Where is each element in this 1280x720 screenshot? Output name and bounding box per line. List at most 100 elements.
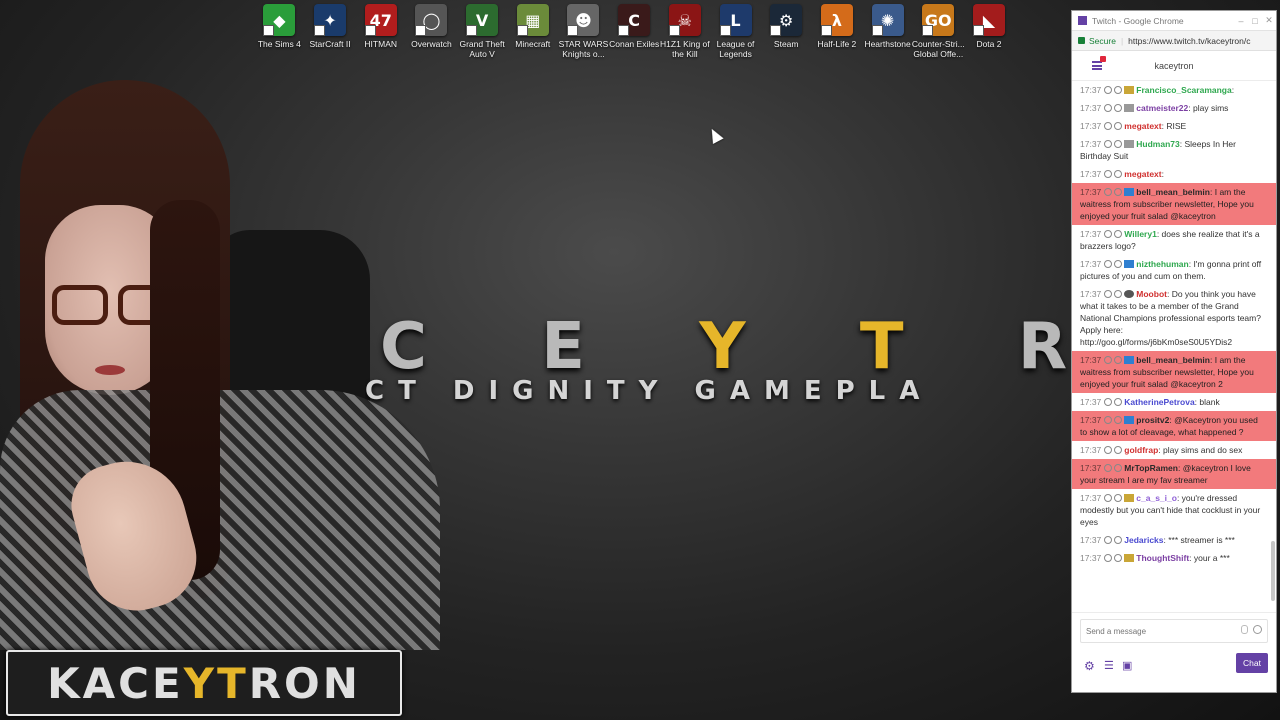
mod-ban-icon[interactable]: [1114, 140, 1123, 148]
message-username[interactable]: goldfrap: [1124, 445, 1158, 455]
mod-timeout-icon[interactable]: [1104, 416, 1113, 424]
message-timestamp: 17:37: [1080, 463, 1102, 473]
message-username[interactable]: megatext: [1124, 169, 1161, 179]
chat-message-list[interactable]: 17:37 Francisco_Scaramanga: 17:37 catmeist…: [1072, 81, 1276, 612]
message-username[interactable]: Jedaricks: [1124, 535, 1163, 545]
message-username[interactable]: c_a_s_i_o: [1136, 493, 1177, 503]
chat-message: 17:37 megatext:: [1072, 165, 1276, 183]
mod-ban-icon[interactable]: [1114, 230, 1123, 238]
mod-timeout-icon[interactable]: [1104, 536, 1113, 544]
address-bar[interactable]: Secure | https://www.twitch.tv/kaceytron…: [1072, 31, 1276, 51]
message-username[interactable]: Willery1: [1124, 229, 1157, 239]
mod-timeout-icon[interactable]: [1104, 464, 1113, 472]
message-username[interactable]: catmeister22: [1136, 103, 1188, 113]
message-timestamp: 17:37: [1080, 397, 1102, 407]
mod-timeout-icon[interactable]: [1104, 170, 1113, 178]
desktop-shortcut[interactable]: ✦ StarCraft II: [305, 4, 356, 59]
message-username[interactable]: MrTopRamen: [1124, 463, 1178, 473]
message-username[interactable]: prositv2: [1136, 415, 1169, 425]
emote-picker-icon[interactable]: [1253, 625, 1262, 634]
desktop-shortcut[interactable]: ◯ Overwatch: [406, 4, 457, 59]
desktop-shortcut[interactable]: ☠ H1Z1 King of the Kill: [660, 4, 711, 59]
chat-scrollbar[interactable]: [1271, 541, 1275, 601]
mod-ban-icon[interactable]: [1114, 86, 1123, 94]
mod-timeout-icon[interactable]: [1104, 104, 1113, 112]
chat-settings-gear-icon[interactable]: ⚙: [1084, 659, 1095, 673]
mod-timeout-icon[interactable]: [1104, 122, 1113, 130]
mod-ban-icon[interactable]: [1114, 170, 1123, 178]
message-timestamp: 17:37: [1080, 553, 1102, 563]
url-text[interactable]: https://www.twitch.tv/kaceytron/c: [1128, 36, 1250, 46]
shortcut-label: H1Z1 King of the Kill: [660, 39, 710, 59]
chat-message: 17:37 Willery1: does she realize that it'…: [1072, 225, 1276, 255]
chat-send-button[interactable]: Chat: [1236, 653, 1268, 673]
message-colon: :: [1231, 85, 1235, 95]
message-timestamp: 17:37: [1080, 415, 1102, 425]
desktop-shortcut[interactable]: ⚙ Steam: [761, 4, 812, 59]
mod-ban-icon[interactable]: [1114, 356, 1123, 364]
desktop-shortcut[interactable]: L League of Legends: [710, 4, 761, 59]
message-username[interactable]: bell_mean_belmin: [1136, 187, 1210, 197]
mod-ban-icon[interactable]: [1114, 416, 1123, 424]
mod-ban-icon[interactable]: [1114, 104, 1123, 112]
chat-message: 17:37 Jedaricks: *** streamer is ***: [1072, 531, 1276, 549]
maximize-icon[interactable]: □: [1248, 16, 1262, 26]
bits-icon[interactable]: [1241, 625, 1248, 634]
mod-timeout-icon[interactable]: [1104, 290, 1113, 298]
message-timestamp: 17:37: [1080, 493, 1102, 503]
viewer-list-icon[interactable]: ☰: [1104, 659, 1114, 672]
message-username[interactable]: megatext: [1124, 121, 1161, 131]
mod-ban-icon[interactable]: [1114, 260, 1123, 268]
chat-message-input[interactable]: [1080, 619, 1268, 643]
mod-ban-icon[interactable]: [1114, 122, 1123, 130]
message-username[interactable]: nizthehuman: [1136, 259, 1188, 269]
message-timestamp: 17:37: [1080, 445, 1102, 455]
desktop-shortcut[interactable]: V Grand Theft Auto V: [457, 4, 508, 59]
mod-ban-icon[interactable]: [1114, 290, 1123, 298]
secure-label: Secure: [1089, 35, 1116, 46]
message-username[interactable]: ThoughtShift: [1136, 553, 1189, 563]
desktop-shortcut[interactable]: ✺ Hearthstone: [862, 4, 913, 59]
mod-timeout-icon[interactable]: [1104, 260, 1113, 268]
message-username[interactable]: Moobot: [1136, 289, 1167, 299]
mod-ban-icon[interactable]: [1114, 536, 1123, 544]
desktop-shortcut[interactable]: ▦ Minecraft: [507, 4, 558, 59]
mod-ban-icon[interactable]: [1114, 398, 1123, 406]
desktop-shortcut[interactable]: C Conan Exiles: [609, 4, 660, 59]
mod-timeout-icon[interactable]: [1104, 86, 1113, 94]
twitch-icon: [1078, 16, 1087, 25]
mod-timeout-icon[interactable]: [1104, 398, 1113, 406]
desktop-shortcut[interactable]: 47 HITMAN: [355, 4, 406, 59]
close-icon[interactable]: ✕: [1262, 15, 1276, 26]
desktop-shortcut[interactable]: GO Counter-Stri... Global Offe...: [912, 4, 965, 59]
game-icon: 47: [364, 4, 397, 36]
user-badge-icon: [1124, 104, 1135, 112]
mod-timeout-icon[interactable]: [1104, 446, 1113, 454]
desktop-shortcut[interactable]: λ Half-Life 2: [812, 4, 863, 59]
mod-timeout-icon[interactable]: [1104, 494, 1113, 502]
game-icon: L: [719, 4, 752, 36]
chat-message: 17:37 bell_mean_belmin: I am the waitress…: [1072, 183, 1276, 225]
mod-timeout-icon[interactable]: [1104, 188, 1113, 196]
message-username[interactable]: Hudman73: [1136, 139, 1179, 149]
window-titlebar[interactable]: Twitch - Google Chrome – □ ✕: [1072, 11, 1276, 31]
gift-icon[interactable]: ▣: [1122, 659, 1132, 672]
desktop-shortcut[interactable]: ◣ Dota 2: [964, 4, 1015, 59]
mod-timeout-icon[interactable]: [1104, 140, 1113, 148]
desktop-shortcut[interactable]: ◆ The Sims 4: [254, 4, 305, 59]
message-username[interactable]: bell_mean_belmin: [1136, 355, 1210, 365]
game-icon: V: [466, 4, 499, 36]
desktop-shortcut[interactable]: ☻ STAR WARS Knights o...: [558, 4, 609, 59]
mod-ban-icon[interactable]: [1114, 446, 1123, 454]
mod-ban-icon[interactable]: [1114, 188, 1123, 196]
mod-ban-icon[interactable]: [1114, 554, 1123, 562]
message-timestamp: 17:37: [1080, 229, 1102, 239]
minimize-icon[interactable]: –: [1234, 16, 1248, 26]
mod-timeout-icon[interactable]: [1104, 356, 1113, 364]
mod-timeout-icon[interactable]: [1104, 230, 1113, 238]
mod-ban-icon[interactable]: [1114, 494, 1123, 502]
mod-ban-icon[interactable]: [1114, 464, 1123, 472]
message-username[interactable]: Francisco_Scaramanga: [1136, 85, 1231, 95]
message-username[interactable]: KatherinePetrova: [1124, 397, 1194, 407]
mod-timeout-icon[interactable]: [1104, 554, 1113, 562]
